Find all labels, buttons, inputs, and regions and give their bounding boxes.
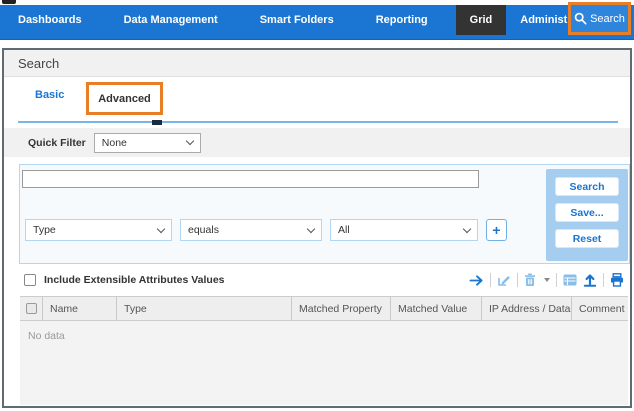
select-all-cell (20, 297, 42, 320)
empty-state-text: No data (20, 321, 628, 342)
nav-search-label: Search (590, 13, 625, 25)
search-panel: Search Basic Advanced Quick Filter None … (2, 48, 632, 408)
go-arrow-icon[interactable] (469, 274, 484, 287)
delete-icon[interactable] (524, 273, 536, 287)
top-nav-bar: Dashboards Data Management Smart Folders… (0, 5, 634, 40)
column-header-type[interactable]: Type (116, 297, 291, 320)
value-select[interactable]: All (330, 219, 478, 241)
results-table: Name Type Matched Property Matched Value… (20, 296, 628, 405)
column-header-matched-value[interactable]: Matched Value (390, 297, 481, 320)
tabs-row: Basic Advanced (4, 77, 630, 123)
search-icon (574, 12, 587, 25)
delete-caret-icon[interactable] (544, 278, 550, 282)
toolbar-separator (517, 273, 518, 287)
condition-row: Type equals All + (25, 219, 507, 241)
quick-filter-value: None (102, 137, 127, 149)
active-tab-notch (152, 120, 162, 125)
advanced-annotation-box: Advanced (86, 82, 163, 115)
tabs-underline (18, 121, 618, 123)
search-button[interactable]: Search (555, 177, 619, 196)
filter-builder-panel: Type equals All + Search Save... Reset (19, 164, 630, 264)
nav-search-button[interactable]: Search (568, 2, 631, 35)
reset-button[interactable]: Reset (555, 229, 619, 248)
nav-item-dashboards[interactable]: Dashboards (4, 5, 96, 35)
include-ea-checkbox[interactable] (24, 274, 36, 286)
column-header-ip-address-data[interactable]: IP Address / Data (481, 297, 571, 320)
chevron-down-icon (157, 224, 165, 232)
toolbar-separator (556, 273, 557, 287)
nav-item-reporting[interactable]: Reporting (362, 5, 442, 35)
field-select[interactable]: Type (25, 219, 172, 241)
save-button[interactable]: Save... (555, 203, 619, 222)
nav-item-smart-folders[interactable]: Smart Folders (246, 5, 348, 35)
print-icon[interactable] (610, 273, 624, 287)
column-header-matched-property[interactable]: Matched Property (291, 297, 390, 320)
quick-filter-select[interactable]: None (94, 133, 201, 153)
chevron-down-icon (463, 224, 471, 232)
actions-panel: Search Save... Reset (546, 169, 628, 261)
value-value: All (338, 224, 350, 236)
toolbar-separator (490, 273, 491, 287)
include-ea-label: Include Extensible Attributes Values (44, 274, 225, 286)
add-condition-button[interactable]: + (486, 219, 507, 241)
column-header-name[interactable]: Name (42, 297, 116, 320)
nav-item-data-management[interactable]: Data Management (110, 5, 232, 35)
table-body: No data (20, 321, 628, 405)
tab-basic[interactable]: Basic (35, 89, 64, 101)
upload-icon[interactable] (583, 273, 597, 287)
operator-value: equals (188, 224, 219, 236)
include-ea-row: Include Extensible Attributes Values (4, 264, 630, 296)
screenshot-artifact (2, 0, 16, 4)
quick-filter-bar: Quick Filter None (4, 128, 630, 157)
select-all-checkbox[interactable] (26, 303, 37, 314)
table-header-row: Name Type Matched Property Matched Value… (20, 296, 628, 321)
edit-icon[interactable] (497, 273, 511, 287)
operator-select[interactable]: equals (180, 219, 322, 241)
field-value: Type (33, 224, 56, 236)
chevron-down-icon (307, 224, 315, 232)
page-title: Search (18, 56, 59, 71)
column-header-comment[interactable]: Comment (571, 297, 628, 320)
page-header: Search (4, 50, 630, 77)
nav-item-grid[interactable]: Grid (456, 5, 507, 35)
quick-filter-label: Quick Filter (28, 137, 86, 149)
chevron-down-icon (186, 137, 194, 145)
results-toolbar (469, 273, 624, 287)
search-query-input[interactable] (22, 170, 479, 188)
columns-icon[interactable] (563, 274, 577, 286)
tab-advanced[interactable]: Advanced (98, 93, 151, 105)
toolbar-separator (603, 273, 604, 287)
